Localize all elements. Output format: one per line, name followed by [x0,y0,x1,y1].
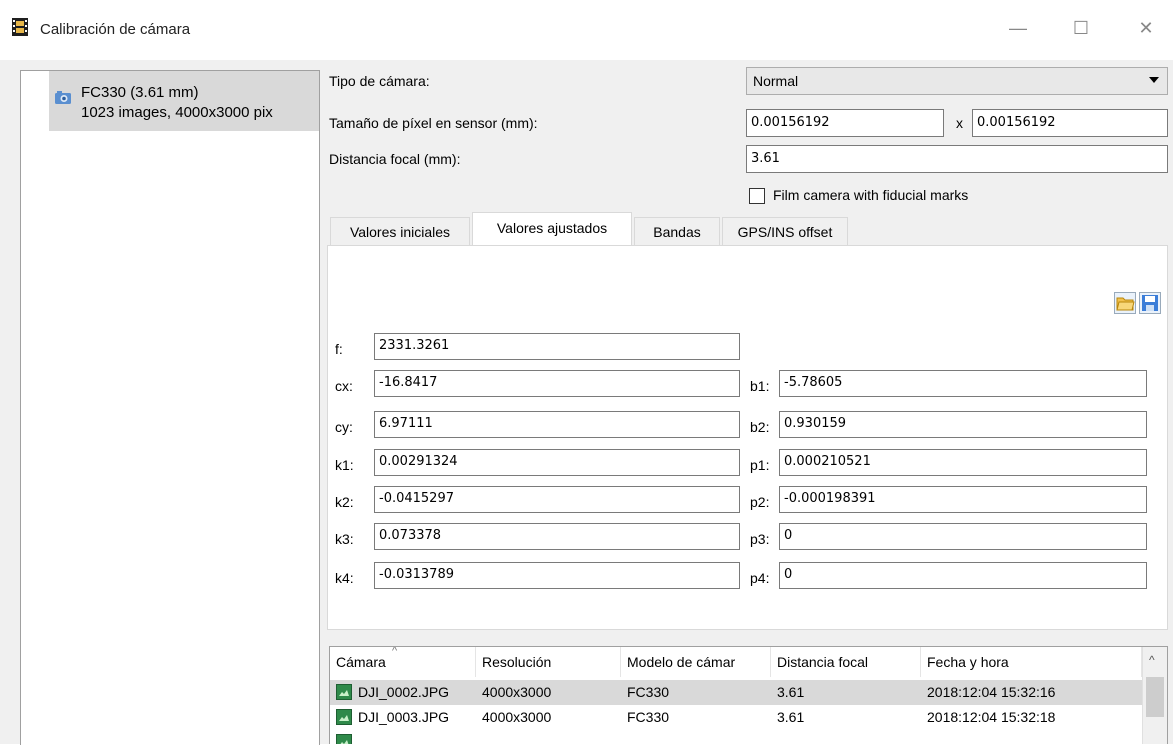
param-input-b1[interactable]: -5.78605 [779,370,1147,397]
column-header-resolucion[interactable]: Resolución [476,647,621,677]
camera-list[interactable]: FC330 (3.61 mm) 1023 images, 4000x3000 p… [20,70,320,745]
param-label-k3: k3: [335,531,354,547]
pixel-size-x-input[interactable]: 0.00156192 [746,109,944,137]
param-label-cx: cx: [335,378,353,394]
column-header-distancia[interactable]: Distancia focal [771,647,921,677]
param-input-p1[interactable]: 0.000210521 [779,449,1147,476]
param-input-f[interactable]: 2331.3261 [374,333,740,360]
fiducial-checkbox[interactable] [749,188,765,204]
table-row[interactable] [330,730,1142,744]
table-row[interactable]: DJI_0002.JPG 4000x3000 FC330 3.61 2018:1… [330,680,1142,705]
pixel-size-label: Tamaño de píxel en sensor (mm): [329,115,538,131]
param-input-cy[interactable]: 6.97111 [374,411,740,438]
camera-details: 1023 images, 4000x3000 pix [81,104,273,121]
param-label-f: f: [335,341,343,357]
save-icon[interactable] [1139,292,1161,314]
param-input-p2[interactable]: -0.000198391 [779,486,1147,513]
cell-fecha: 2018:12:04 15:32:16 [927,684,1056,700]
param-input-k4[interactable]: -0.0313789 [374,562,740,589]
pixel-size-y-input[interactable]: 0.00156192 [972,109,1168,137]
param-label-cy: cy: [335,419,353,435]
param-input-b2[interactable]: 0.930159 [779,411,1147,438]
cell-resolucion: 4000x3000 [482,709,552,725]
param-label-k4: k4: [335,570,354,586]
scrollbar-thumb[interactable] [1146,677,1164,717]
sort-caret-icon: ^ [392,646,398,657]
tab-valores-iniciales[interactable]: Valores iniciales [330,217,470,247]
focal-length-input[interactable]: 3.61 [746,145,1168,173]
cell-modelo: FC330 [627,709,670,725]
param-input-cx[interactable]: -16.8417 [374,370,740,397]
param-input-k2[interactable]: -0.0415297 [374,486,740,513]
tab-bandas[interactable]: Bandas [634,217,720,247]
image-file-icon [336,734,352,744]
images-table[interactable]: Cámara ^ Resolución Modelo de cámar Dist… [329,646,1168,744]
window-title: Calibración de cámara [40,21,191,38]
column-header-camara[interactable]: Cámara [330,647,476,677]
tab-valores-ajustados[interactable]: Valores ajustados [472,212,632,246]
fiducial-label: Film camera with fiducial marks [773,187,969,203]
table-row[interactable]: DJI_0003.JPG 4000x3000 FC330 3.61 2018:1… [330,705,1142,730]
film-app-icon [12,18,28,36]
tab-gps-ins-offset[interactable]: GPS/INS offset [722,217,848,247]
param-label-k2: k2: [335,494,354,510]
table-scrollbar[interactable]: ^ [1142,647,1167,744]
camera-type-label: Tipo de cámara: [329,73,430,89]
scroll-up-icon[interactable]: ^ [1149,653,1155,667]
param-input-k1[interactable]: 0.00291324 [374,449,740,476]
cell-camara: DJI_0002.JPG [358,684,450,700]
maximize-button[interactable]: ☐ [1058,13,1104,43]
param-input-p4[interactable]: 0 [779,562,1147,589]
pixel-size-separator: x [956,115,963,131]
cell-modelo: FC330 [627,684,670,700]
column-header-modelo[interactable]: Modelo de cámar [621,647,771,677]
minimize-button[interactable]: — [995,13,1041,43]
title-bar: Calibración de cámara — ☐ ✕ [0,0,1173,60]
camera-type-value: Normal [753,73,799,89]
param-label-p4: p4: [750,570,770,586]
cell-fecha: 2018:12:04 15:32:18 [927,709,1056,725]
camera-type-select[interactable]: Normal [746,67,1168,95]
cell-distancia: 3.61 [777,684,805,700]
camera-name: FC330 (3.61 mm) [81,84,199,101]
camera-icon [54,89,72,107]
chevron-down-icon [1149,77,1159,83]
param-input-p3[interactable]: 0 [779,523,1147,550]
cell-resolucion: 4000x3000 [482,684,552,700]
param-label-b1: b1: [750,378,770,394]
focal-length-label: Distancia focal (mm): [329,151,461,167]
param-label-p1: p1: [750,457,770,473]
param-label-b2: b2: [750,419,770,435]
param-label-k1: k1: [335,457,354,473]
folder-open-icon[interactable] [1114,292,1136,314]
cell-camara: DJI_0003.JPG [358,709,450,725]
close-button[interactable]: ✕ [1123,13,1169,43]
param-label-p3: p3: [750,531,770,547]
image-file-icon [336,709,352,728]
param-label-p2: p2: [750,494,770,510]
image-file-icon [336,684,352,703]
cell-distancia: 3.61 [777,709,805,725]
param-input-k3[interactable]: 0.073378 [374,523,740,550]
camera-list-item[interactable]: FC330 (3.61 mm) 1023 images, 4000x3000 p… [49,71,319,131]
column-header-fecha[interactable]: Fecha y hora [921,647,1142,677]
